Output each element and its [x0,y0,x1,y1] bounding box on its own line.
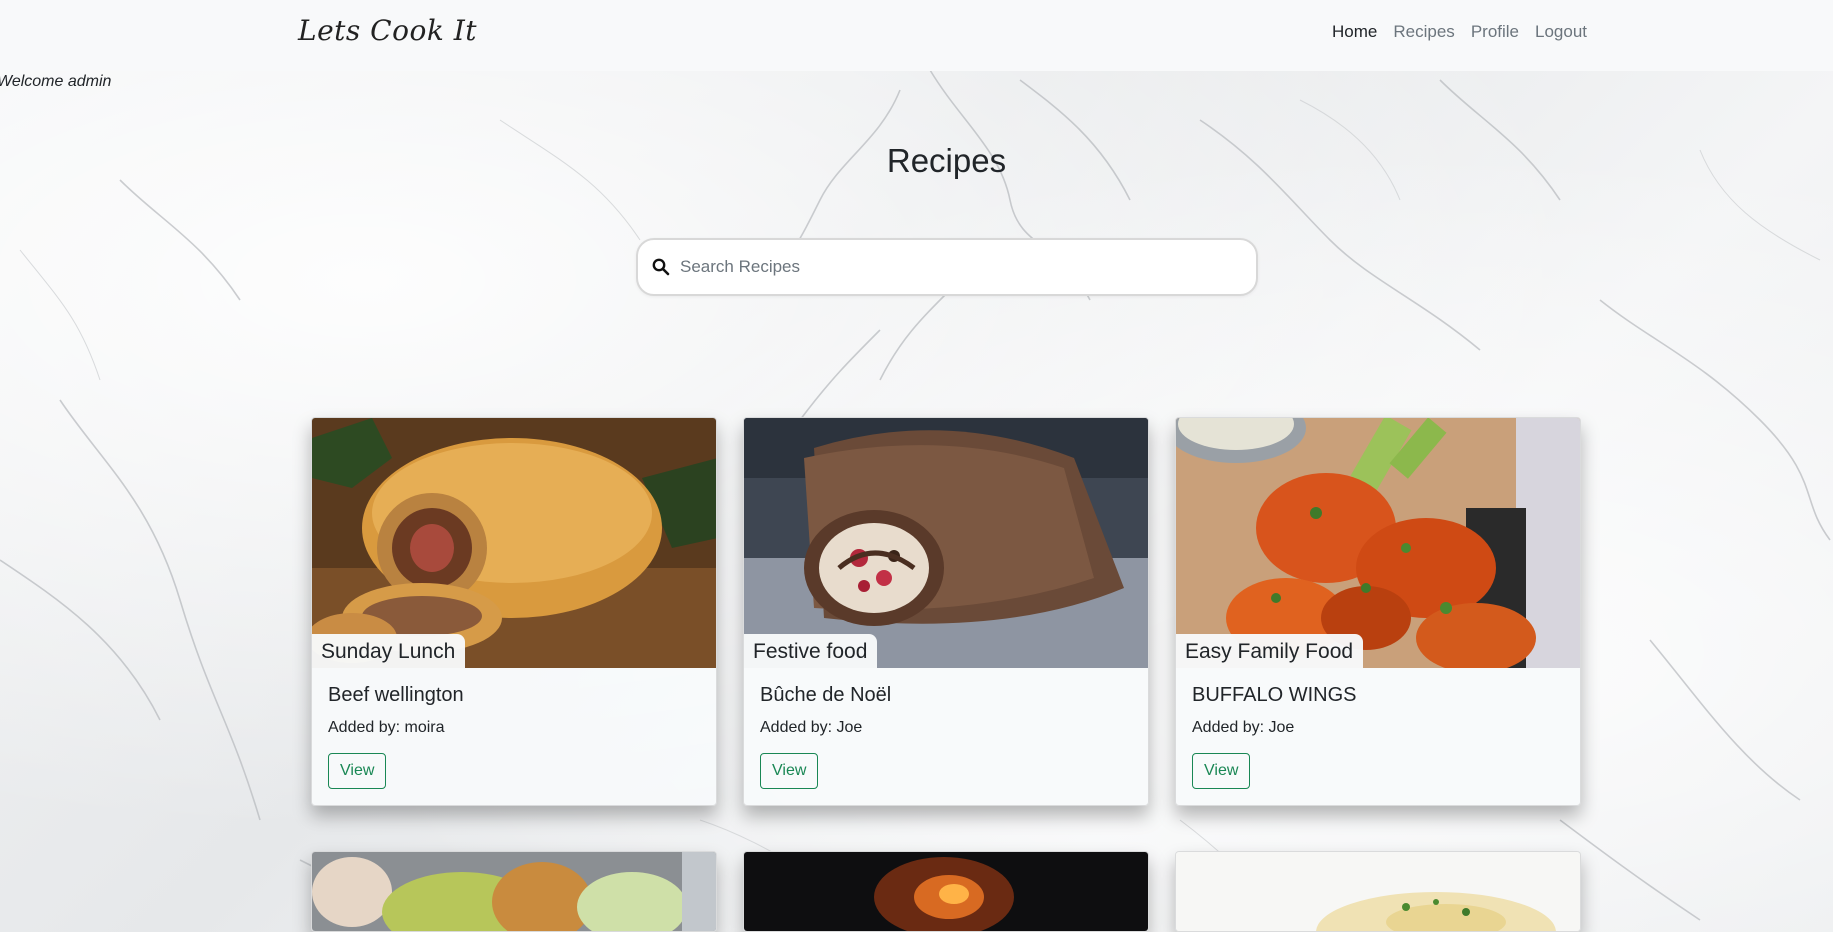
welcome-message: Welcome admin [0,73,112,90]
search-input[interactable] [680,257,1256,277]
recipe-image [312,852,716,931]
recipe-author: Added by: moira [328,719,445,736]
recipe-title: BUFFALO WINGS [1192,684,1357,706]
card-body: BUFFALO WINGS Added by: Joe View [1176,668,1580,805]
recipe-card [1175,851,1581,932]
view-button[interactable]: View [760,753,819,789]
category-tag: Easy Family Food [1176,634,1364,668]
recipe-card [743,851,1149,932]
card-body: Bûche de Noël Added by: Joe View [744,668,1148,805]
search-bar [636,238,1258,296]
nav-link-profile[interactable]: Profile [1471,22,1519,42]
recipe-title: Bûche de Noël [760,684,892,706]
search-icon [652,258,670,276]
navbar: Lets Cook It Home Recipes Profile Logout [0,0,1833,71]
recipe-author: Added by: Joe [760,719,863,736]
recipe-image [1176,852,1580,931]
recipe-card [311,851,717,932]
recipe-image [744,852,1148,931]
recipe-image: Festive food [744,418,1148,668]
card-body: Beef wellington Added by: moira View [312,668,716,805]
recipe-title: Beef wellington [328,684,464,706]
recipe-card: Easy Family Food BUFFALO WINGS Added by:… [1175,417,1581,806]
nav-link-home[interactable]: Home [1332,22,1377,42]
nav-link-recipes[interactable]: Recipes [1393,22,1454,42]
view-button[interactable]: View [328,753,387,789]
recipe-author: Added by: Joe [1192,719,1295,736]
brand-logo[interactable]: Lets Cook It [298,14,477,47]
recipe-image: Sunday Lunch [312,418,716,668]
page-title: Recipes [886,142,1007,179]
recipe-card: Sunday Lunch Beef wellington Added by: m… [311,417,717,806]
category-tag: Festive food [744,634,878,668]
nav-links: Home Recipes Profile Logout [1332,22,1587,42]
recipe-image: Easy Family Food [1176,418,1580,668]
view-button[interactable]: View [1192,753,1251,789]
recipe-card: Festive food Bûche de Noël Added by: Joe… [743,417,1149,806]
category-tag: Sunday Lunch [312,634,466,668]
nav-link-logout[interactable]: Logout [1535,22,1587,42]
